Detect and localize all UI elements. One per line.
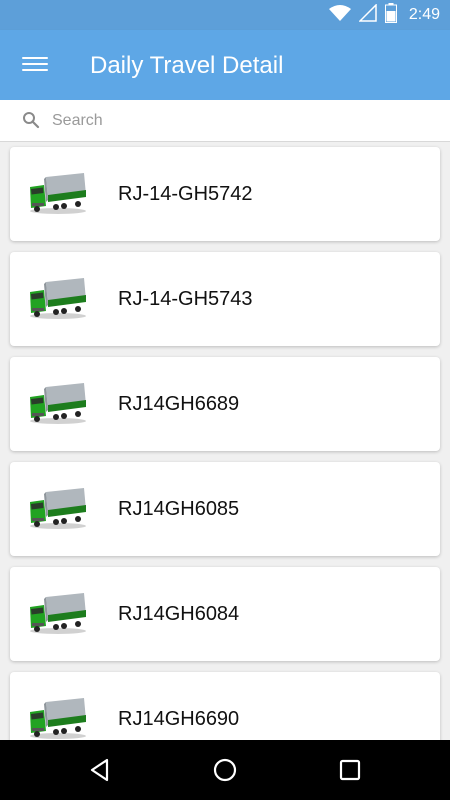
status-time: 2:49 <box>408 6 440 23</box>
truck-icon <box>28 173 88 220</box>
app-bar: Daily Travel Detail <box>0 30 450 100</box>
vehicle-number: RJ14GH6084 <box>118 603 240 625</box>
vehicle-list-item[interactable]: RJ-14-GH5743 <box>10 252 440 346</box>
page-title: Daily Travel Detail <box>90 52 284 79</box>
truck-icon <box>28 593 88 640</box>
recents-icon[interactable] <box>335 755 365 785</box>
vehicle-list-item[interactable]: RJ-14-GH5742 <box>10 147 440 241</box>
status-bar: 2:49 <box>0 0 450 30</box>
wifi-icon <box>328 4 351 26</box>
truck-icon <box>28 278 88 325</box>
vehicle-list-item[interactable]: RJ14GH6084 <box>10 567 440 661</box>
menu-icon[interactable] <box>22 53 48 77</box>
truck-icon <box>28 488 88 535</box>
truck-icon <box>28 698 88 740</box>
home-icon[interactable] <box>210 755 240 785</box>
vehicle-number: RJ-14-GH5743 <box>118 288 253 310</box>
back-icon[interactable] <box>85 755 115 785</box>
search-bar <box>0 100 450 142</box>
navigation-bar <box>0 740 450 800</box>
search-icon <box>22 111 40 134</box>
vehicle-number: RJ-14-GH5742 <box>118 183 253 205</box>
signal-icon <box>358 2 377 27</box>
search-input[interactable] <box>50 106 434 136</box>
vehicle-number: RJ14GH6690 <box>118 708 240 730</box>
battery-icon <box>384 2 397 28</box>
vehicle-list: RJ-14-GH5742 RJ-14-GH5743 RJ14GH6689 RJ1… <box>0 142 450 740</box>
truck-icon <box>28 383 88 430</box>
vehicle-number: RJ14GH6689 <box>118 393 240 415</box>
vehicle-list-item[interactable]: RJ14GH6689 <box>10 357 440 451</box>
status-icons: 2:49 <box>328 0 440 30</box>
vehicle-list-item[interactable]: RJ14GH6690 <box>10 672 440 740</box>
vehicle-list-item[interactable]: RJ14GH6085 <box>10 462 440 556</box>
vehicle-number: RJ14GH6085 <box>118 498 240 520</box>
